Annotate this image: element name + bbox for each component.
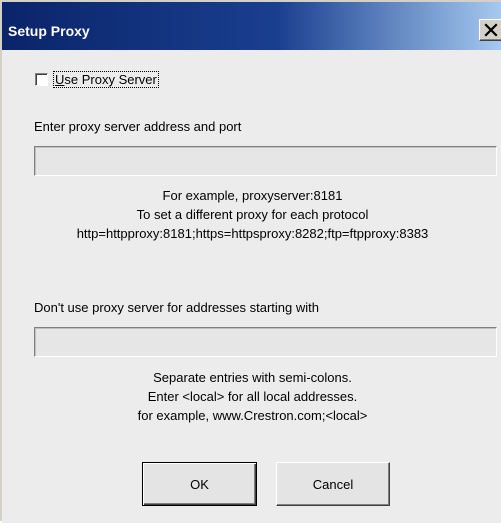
use-proxy-label-rest: se Proxy Server (64, 71, 157, 87)
proxy-address-label: Enter proxy server address and port (34, 119, 242, 134)
cancel-button[interactable]: Cancel (276, 462, 390, 506)
bypass-label: Don't use proxy server for addresses sta… (34, 300, 319, 315)
bypass-help-line-2: Enter <local> for all local addresses. (147, 389, 358, 404)
close-button[interactable] (479, 19, 501, 41)
proxy-address-input[interactable] (34, 146, 497, 176)
bypass-help-line-1: Separate entries with semi-colons. (153, 370, 352, 385)
bypass-addresses-input[interactable] (34, 327, 497, 357)
proxy-example-line-1: For example, proxyserver:8181 (162, 188, 343, 203)
proxy-example-line-2: To set a different proxy for each protoc… (136, 207, 369, 222)
close-icon (484, 23, 498, 37)
use-proxy-checkbox-box[interactable] (35, 72, 48, 86)
bypass-help-line-3: for example, www.Crestron.com;<local> (137, 408, 368, 423)
proxy-example-line-3: http=httpproxy:8181;https=httpsproxy:828… (76, 226, 429, 241)
window-title: Setup Proxy (8, 23, 90, 39)
use-proxy-label[interactable]: Use Proxy Server (53, 70, 159, 88)
use-proxy-checkbox[interactable]: Use Proxy Server (35, 70, 159, 88)
title-bar[interactable]: Setup Proxy (2, 2, 501, 50)
setup-proxy-dialog: Setup Proxy Use Proxy Server Enter proxy… (0, 0, 501, 523)
ok-button[interactable]: OK (142, 462, 257, 506)
use-proxy-label-accelerator: U (55, 71, 65, 87)
